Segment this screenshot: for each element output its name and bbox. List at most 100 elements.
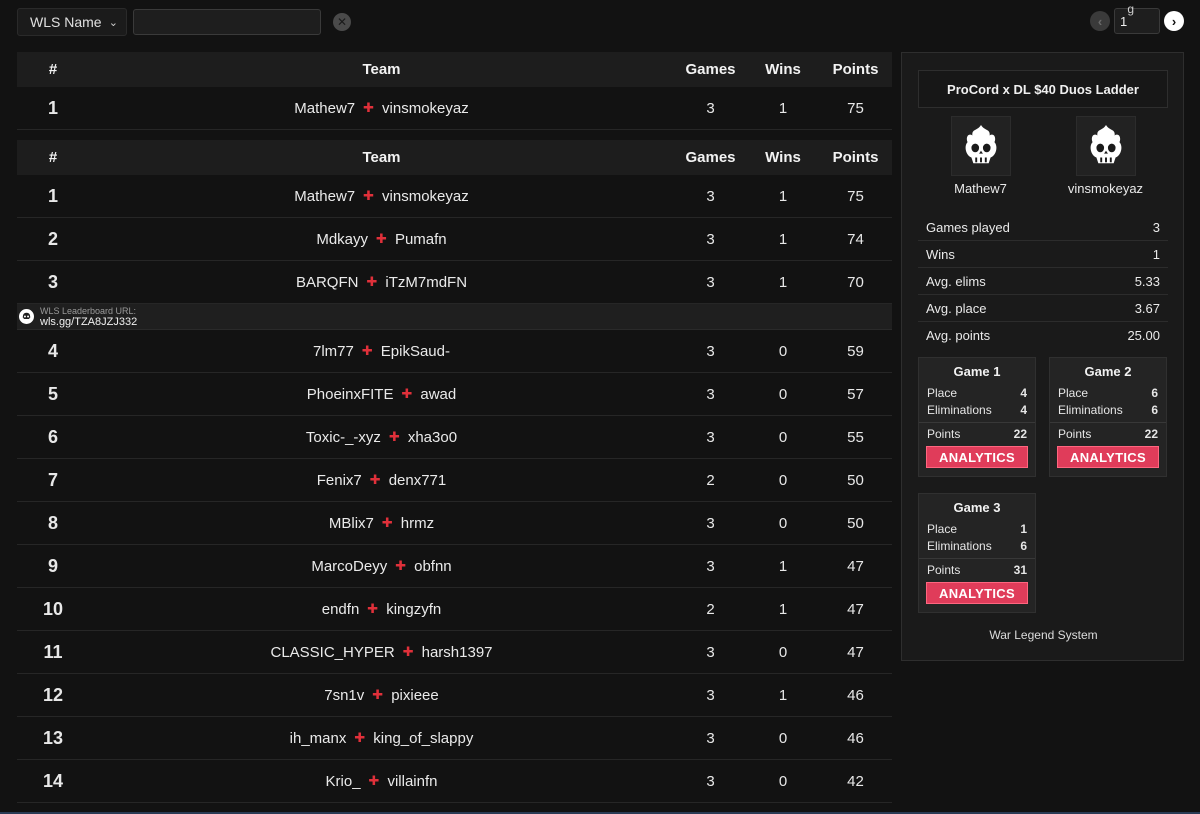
divider [919, 558, 1035, 559]
search-input[interactable] [133, 9, 321, 35]
table-row[interactable]: 13 ih_manx ✚ king_of_slappy 3 0 46 [17, 717, 892, 760]
rank-cell: 14 [42, 770, 64, 791]
table-header: # Team Games Wins Points [17, 52, 892, 87]
wins-cell: 0 [778, 342, 788, 360]
games-cell: 3 [706, 772, 715, 790]
elims-value: 6 [1151, 402, 1158, 417]
tournament-title: ProCord x DL $40 Duos Ladder [918, 70, 1168, 108]
wins-cell: 0 [778, 471, 788, 489]
elims-value: 4 [1020, 402, 1027, 417]
player-name: 7sn1v [324, 686, 365, 704]
team-cell: Toxic-_-xyz ✚ xha3o0 [89, 429, 674, 446]
clear-icon[interactable]: ✕ [333, 13, 351, 31]
points-cell: 59 [847, 342, 864, 360]
table-row[interactable]: 1 Mathew7 ✚ vinsmokeyaz 3 1 75 [17, 175, 892, 218]
table-row[interactable]: 5 PhoeinxFITE ✚ awad 3 0 57 [17, 373, 892, 416]
leaderboard-url-banner[interactable]: WLS Leaderboard URL: wls.gg/TZA8JZJ332 [17, 304, 892, 330]
player-name: PhoeinxFITE [306, 385, 394, 403]
games-cell: 3 [706, 686, 715, 704]
analytics-button[interactable]: ANALYTICS [926, 582, 1028, 604]
elims-label: Eliminations [1058, 402, 1123, 417]
game-card: Game 1 Place 4 Eliminations 4 Points 22 ANA… [918, 357, 1036, 477]
player-name: CLASSIC_HYPER [270, 643, 395, 661]
player-name: EpikSaud- [380, 342, 450, 360]
place-value: 6 [1151, 385, 1158, 400]
game-title: Game 2 [1084, 363, 1132, 379]
points-cell: 42 [847, 772, 864, 790]
stat-value: 3 [1152, 219, 1160, 235]
team-cell: Mdkayy ✚ Pumafn [89, 231, 674, 248]
table-row[interactable]: 3 BARQFN ✚ iTzM7mdFN 3 1 70 [17, 261, 892, 304]
table-row[interactable]: 4 7lm77 ✚ EpikSaud- 3 0 59 [17, 330, 892, 373]
place-value: 1 [1020, 521, 1027, 536]
place-value: 4 [1020, 385, 1027, 400]
player-name: pixieee [391, 686, 439, 704]
panel-footer: War Legend System [989, 628, 1098, 642]
player-name: ih_manx [289, 729, 347, 747]
table-row[interactable]: 7 Fenix7 ✚ denx771 2 0 50 [17, 459, 892, 502]
elims-label: Eliminations [927, 402, 992, 417]
rank-cell: 6 [47, 426, 58, 447]
games-cell: 2 [706, 471, 715, 489]
corner-text: g [1127, 2, 1134, 16]
player-card[interactable]: Mathew7 [918, 116, 1043, 196]
wins-cell: 0 [778, 772, 788, 790]
game-place: Place 6 [1050, 384, 1166, 401]
team-cell: endfn ✚ kingzyfn [89, 601, 674, 618]
team-cell: MBlix7 ✚ hrmz [89, 515, 674, 532]
plus-icon: ✚ [366, 274, 378, 289]
rank-cell: 4 [47, 340, 58, 361]
chevron-down-icon: ⌄ [108, 16, 118, 29]
team-cell: Mathew7 ✚ vinsmokeyaz [89, 100, 674, 117]
game-title: Game 1 [953, 363, 1001, 379]
table-row[interactable]: 12 7sn1v ✚ pixieee 3 1 46 [17, 674, 892, 717]
wins-cell: 1 [778, 686, 788, 704]
table-row[interactable]: 9 MarcoDeyy ✚ obfnn 3 1 47 [17, 545, 892, 588]
rank-cell: 7 [47, 469, 58, 490]
points-cell: 50 [847, 514, 864, 532]
games-cell: 3 [706, 230, 715, 248]
table-row[interactable]: 2 Mdkayy ✚ Pumafn 3 1 74 [17, 218, 892, 261]
chevron-left-icon[interactable]: ‹ [1090, 11, 1110, 31]
points-value: 31 [1013, 562, 1027, 577]
games-cell: 3 [706, 385, 715, 403]
player-name: Krio_ [325, 772, 361, 790]
analytics-button[interactable]: ANALYTICS [1057, 446, 1159, 468]
player-name: villainfn [387, 772, 438, 790]
points-cell: 70 [847, 273, 864, 291]
wins-cell: 0 [778, 385, 788, 403]
games-cell: 3 [706, 342, 715, 360]
games-cell: 3 [706, 273, 715, 291]
url-value[interactable]: wls.gg/TZA8JZJ332 [40, 316, 137, 328]
rank-cell: 13 [42, 727, 64, 748]
wins-cell: 0 [778, 729, 788, 747]
table-row[interactable]: 11 CLASSIC_HYPER ✚ harsh1397 3 0 47 [17, 631, 892, 674]
rank-cell: 11 [43, 641, 63, 662]
header-wins: Wins [765, 61, 801, 78]
game-title: Game 3 [953, 499, 1001, 515]
table-row[interactable]: 6 Toxic-_-xyz ✚ xha3o0 3 0 55 [17, 416, 892, 459]
url-text: WLS Leaderboard URL: wls.gg/TZA8JZJ332 [40, 306, 137, 328]
wins-cell: 1 [778, 557, 788, 575]
page-number-input[interactable] [1114, 8, 1160, 34]
wins-cell: 1 [778, 99, 788, 117]
games-cell: 3 [706, 99, 715, 117]
player-card[interactable]: vinsmokeyaz [1043, 116, 1168, 196]
player-name: Fenix7 [316, 471, 362, 489]
plus-icon: ✚ [388, 429, 400, 444]
points-label: Points [927, 426, 961, 441]
player-name: king_of_slappy [373, 729, 474, 747]
stat-label: Avg. place [926, 300, 987, 316]
rows-group-bottom: 4 7lm77 ✚ EpikSaud- 3 0 59 5 PhoeinxFITE ✚ awad 3 0 5… [17, 330, 892, 803]
game-place: Place 1 [919, 520, 1035, 537]
table-row[interactable]: 10 endfn ✚ kingzyfn 2 1 47 [17, 588, 892, 631]
chevron-right-icon[interactable]: › [1164, 11, 1184, 31]
stat-label: Games played [926, 219, 1010, 235]
points-cell: 46 [847, 729, 864, 747]
points-value: 22 [1144, 426, 1158, 441]
analytics-button[interactable]: ANALYTICS [926, 446, 1028, 468]
pinned-team-row[interactable]: 1 Mathew7 ✚ vinsmokeyaz 3 1 75 [17, 87, 892, 130]
filter-select[interactable]: WLS Name ⌄ [17, 8, 127, 36]
table-row[interactable]: 8 MBlix7 ✚ hrmz 3 0 50 [17, 502, 892, 545]
table-row[interactable]: 14 Krio_ ✚ villainfn 3 0 42 [17, 760, 892, 803]
